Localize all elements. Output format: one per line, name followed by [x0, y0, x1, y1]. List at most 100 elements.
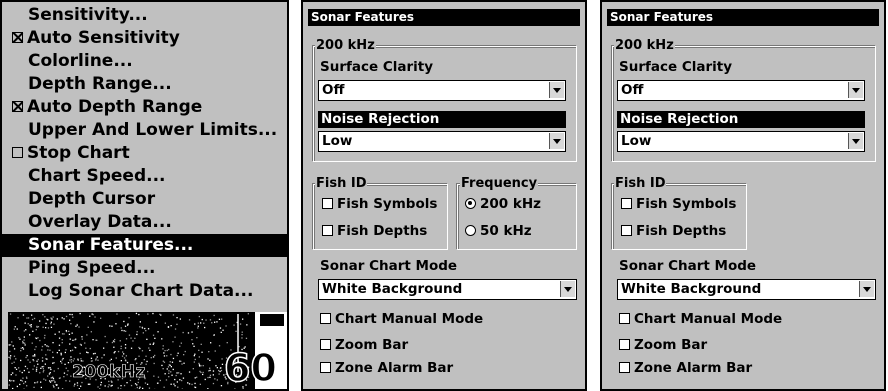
checkbox-icon [320, 313, 331, 324]
fish-symbols-checkbox[interactable]: Fish Symbols [621, 196, 736, 213]
menu-item-sensitivity[interactable]: Sensitivity... [2, 4, 287, 27]
menu-item-chart-speed[interactable]: Chart Speed... [2, 165, 287, 188]
freq-200-label: 200 kHz [480, 196, 542, 212]
checkbox-icon [621, 198, 632, 209]
group-200khz-label: 200 kHz [315, 38, 376, 53]
fish-id-label: Fish ID [614, 176, 667, 191]
fish-symbols-label: Fish Symbols [636, 196, 737, 212]
checkbox-icon [322, 225, 333, 236]
menu-item-upper-lower-limits[interactable]: Upper And Lower Limits... [2, 119, 287, 142]
sonar-chart-mode-value: White Background [621, 281, 762, 297]
checkbox-icon [320, 339, 331, 350]
chevron-down-icon[interactable] [859, 281, 874, 297]
surface-clarity-value: Off [621, 82, 644, 98]
menu-item-auto-sensitivity[interactable]: Auto Sensitivity [2, 27, 287, 50]
menu-item-label: Colorline... [28, 51, 133, 71]
preview-frequency: 200kHz [72, 362, 146, 383]
freq-200-radio[interactable]: 200 kHz [465, 196, 541, 213]
surface-clarity-label: Surface Clarity [619, 59, 733, 75]
dialog-title: Sonar Features [308, 9, 580, 26]
zone-alarm-bar-label: Zone Alarm Bar [335, 360, 454, 376]
menu-item-colorline[interactable]: Colorline... [2, 50, 287, 73]
sonar-features-dialog-single: Sonar Features 200 kHz Surface Clarity O… [600, 0, 886, 391]
checkbox-icon [619, 339, 630, 350]
group-fish-id [612, 184, 747, 250]
noise-rejection-value: Low [621, 133, 652, 149]
fish-depths-checkbox[interactable]: Fish Depths [322, 223, 427, 240]
menu-item-label: Upper And Lower Limits... [28, 120, 278, 140]
menu-item-sonar-features[interactable]: Sonar Features... [2, 234, 287, 257]
menu-item-ping-speed[interactable]: Ping Speed... [2, 257, 287, 280]
menu-item-log-sonar-chart[interactable]: Log Sonar Chart Data... [2, 280, 287, 303]
sonar-chart-mode-label: Sonar Chart Mode [619, 258, 757, 274]
menu-item-label: Depth Range... [28, 74, 172, 94]
menu-item-label: Auto Depth Range [27, 97, 203, 117]
fish-depths-label: Fish Depths [337, 223, 428, 239]
checkbox-icon [320, 362, 331, 373]
fish-id-label: Fish ID [315, 176, 368, 191]
checked-box-icon [12, 100, 23, 112]
sonar-chart-mode-value: White Background [322, 281, 463, 297]
checkbox-icon [621, 225, 632, 236]
dialog-title: Sonar Features [607, 9, 879, 26]
menu-item-label: Chart Speed... [28, 166, 166, 186]
sonar-chart-mode-select[interactable]: White Background [318, 279, 577, 300]
checkbox-icon [322, 198, 333, 209]
sonar-menu-screen: Sensitivity... Auto Sensitivity Colorlin… [0, 0, 289, 391]
menu-item-label: Stop Chart [27, 143, 130, 163]
fish-symbols-checkbox[interactable]: Fish Symbols [322, 196, 437, 213]
chevron-down-icon[interactable] [848, 82, 863, 98]
surface-clarity-select[interactable]: Off [617, 80, 865, 101]
noise-rejection-label: Noise Rejection [318, 111, 566, 128]
chart-manual-mode-label: Chart Manual Mode [634, 311, 783, 327]
menu-item-auto-depth-range[interactable]: Auto Depth Range [2, 96, 287, 119]
zone-alarm-bar-checkbox[interactable]: Zone Alarm Bar [619, 360, 752, 377]
noise-rejection-label: Noise Rejection [617, 111, 865, 128]
noise-rejection-select[interactable]: Low [617, 131, 865, 152]
chevron-down-icon[interactable] [549, 82, 564, 98]
surface-clarity-value: Off [322, 82, 345, 98]
zoom-bar-checkbox[interactable]: Zoom Bar [320, 337, 408, 354]
zoom-bar-checkbox[interactable]: Zoom Bar [619, 337, 707, 354]
sonar-chart-preview: 200kHz 60 [8, 312, 287, 389]
menu-item-label: Sensitivity... [28, 5, 148, 25]
menu-item-depth-range[interactable]: Depth Range... [2, 73, 287, 96]
chart-manual-mode-label: Chart Manual Mode [335, 311, 484, 327]
menu-item-depth-cursor[interactable]: Depth Cursor [2, 188, 287, 211]
menu-item-label: Log Sonar Chart Data... [28, 281, 254, 301]
menu-item-label: Auto Sensitivity [27, 28, 180, 48]
group-200khz-label: 200 kHz [614, 38, 675, 53]
checked-box-icon [12, 31, 23, 43]
noise-rejection-select[interactable]: Low [318, 131, 566, 152]
menu-item-label: Depth Cursor [28, 189, 156, 209]
surface-clarity-select[interactable]: Off [318, 80, 566, 101]
chart-manual-mode-checkbox[interactable]: Chart Manual Mode [320, 311, 483, 328]
noise-rejection-value: Low [322, 133, 353, 149]
chevron-down-icon[interactable] [549, 133, 564, 149]
unchecked-box-icon [12, 146, 23, 158]
freq-50-label: 50 kHz [480, 223, 532, 239]
checkbox-icon [619, 362, 630, 373]
zone-alarm-bar-checkbox[interactable]: Zone Alarm Bar [320, 360, 453, 377]
menu-item-label: Overlay Data... [28, 212, 172, 232]
menu-item-overlay-data[interactable]: Overlay Data... [2, 211, 287, 234]
freq-50-radio[interactable]: 50 kHz [465, 223, 532, 240]
fish-depths-label: Fish Depths [636, 223, 727, 239]
radio-icon [465, 225, 476, 236]
zoom-bar-label: Zoom Bar [335, 337, 409, 353]
fish-depths-checkbox[interactable]: Fish Depths [621, 223, 726, 240]
chevron-down-icon[interactable] [848, 133, 863, 149]
chevron-down-icon[interactable] [560, 281, 575, 297]
menu-item-stop-chart[interactable]: Stop Chart [2, 142, 287, 165]
menu-item-label: Ping Speed... [28, 258, 156, 278]
zone-alarm-bar-label: Zone Alarm Bar [634, 360, 753, 376]
fish-symbols-label: Fish Symbols [337, 196, 438, 212]
surface-clarity-label: Surface Clarity [320, 59, 434, 75]
chart-manual-mode-checkbox[interactable]: Chart Manual Mode [619, 311, 782, 328]
radio-selected-icon [465, 198, 476, 209]
sonar-chart-mode-select[interactable]: White Background [617, 279, 876, 300]
checkbox-icon [619, 313, 630, 324]
group-fish-id [313, 184, 448, 250]
sonar-features-dialog-dual: Sonar Features 200 kHz Surface Clarity O… [301, 0, 587, 391]
preview-depth: 60 [223, 346, 277, 389]
